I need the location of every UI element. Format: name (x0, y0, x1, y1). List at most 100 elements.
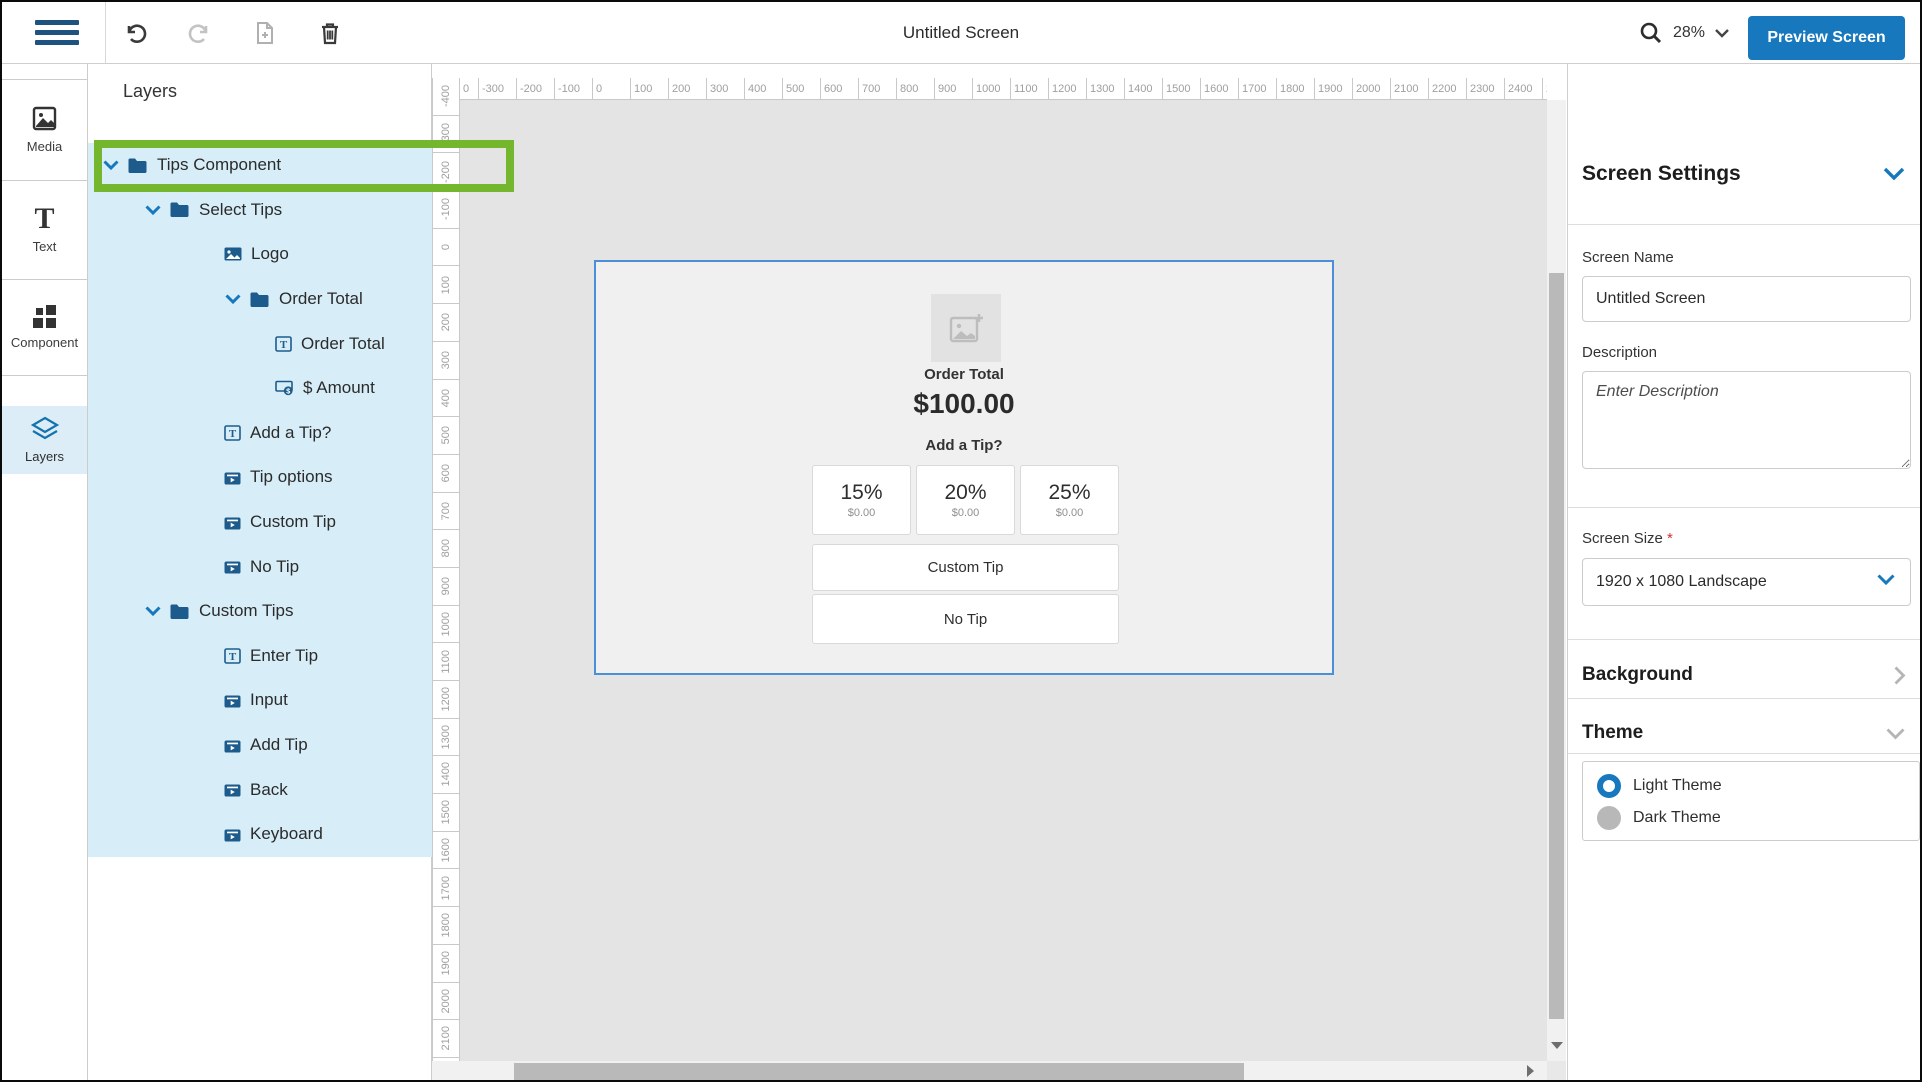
tip-options-row: 15% $0.00 20%$0.0025%$0.00 (812, 465, 1119, 535)
layer-row-enter-tip[interactable]: TEnter Tip (88, 634, 432, 679)
required-asterisk: * (1667, 530, 1673, 547)
toolbar-item-component[interactable]: Component (2, 279, 87, 375)
screen-name-input[interactable] (1582, 276, 1911, 322)
button-layer-icon (224, 559, 241, 574)
layer-row-input[interactable]: Input (88, 678, 432, 723)
vertical-scrollbar-thumb[interactable] (1549, 273, 1564, 1019)
settings-panel-title: Screen Settings (1582, 162, 1741, 186)
ruler-tick-label: 1600 (1201, 78, 1239, 99)
media-image-icon (31, 105, 58, 132)
ruler-tick-label: 2100 (1391, 78, 1429, 99)
search-zoom-icon (1638, 20, 1664, 46)
layer-row-keyboard[interactable]: Keyboard (88, 812, 432, 857)
tip-percent: 15% (840, 481, 882, 505)
canvas-vertical-scrollbar[interactable] (1547, 100, 1566, 1061)
canvas-horizontal-scrollbar[interactable] (432, 1061, 1565, 1082)
toolbar-item-media[interactable]: Media (2, 79, 87, 180)
ruler-tick-label: 600 (433, 455, 459, 493)
new-file-button[interactable] (243, 11, 287, 55)
layer-label: Keyboard (250, 824, 323, 844)
preview-screen-button[interactable]: Preview Screen (1748, 16, 1905, 60)
folder-icon (169, 603, 190, 620)
layer-row-order-total[interactable]: Order Total (88, 277, 432, 322)
layer-row-tips-component[interactable]: Tips Component (88, 143, 432, 188)
screen-title: Untitled Screen (2, 2, 1920, 63)
screen-size-label: Screen Size * (1582, 530, 1673, 547)
folder-icon (169, 201, 190, 218)
layer-row-select-tips[interactable]: Select Tips (88, 188, 432, 233)
tip-percent-button-15[interactable]: 15% $0.00 (812, 465, 911, 535)
toolbar-item-text[interactable]: T Text (2, 180, 87, 279)
description-label: Description (1582, 344, 1657, 361)
tip-amount: $0.00 (848, 507, 876, 519)
layer-row-add-a-tip-[interactable]: TAdd a Tip? (88, 411, 432, 456)
trash-icon (317, 20, 343, 46)
layer-row-order-total[interactable]: TOrder Total (88, 321, 432, 366)
ruler-tick-label: 300 (433, 342, 459, 380)
radio-unselected-icon[interactable] (1597, 806, 1621, 830)
scroll-down-arrow-icon[interactable] (1551, 1042, 1563, 1049)
light-theme-option[interactable]: Light Theme (1597, 770, 1919, 802)
layer-row-custom-tip[interactable]: Custom Tip (88, 500, 432, 545)
folder-icon (249, 291, 270, 308)
delete-button[interactable] (308, 11, 352, 55)
ruler-tick-label: 1700 (1239, 78, 1277, 99)
layer-row-add-tip[interactable]: Add Tip (88, 723, 432, 768)
left-toolbar: Media T Text Component Layers (2, 64, 88, 1080)
background-section-toggle[interactable]: Background (1568, 652, 1922, 698)
toolbar-item-label: Media (27, 139, 62, 154)
text-layer-icon: T (224, 648, 241, 664)
layer-label: Input (250, 690, 288, 710)
ruler-tick-label: 1500 (433, 794, 459, 832)
design-canvas[interactable]: Order Total $100.00 Add a Tip? 15%$0.002… (460, 100, 1547, 1061)
order-total-amount[interactable]: $100.00 (596, 388, 1332, 420)
layer-row-no-tip[interactable]: No Tip (88, 544, 432, 589)
zoom-control[interactable]: 28% (1638, 2, 1730, 63)
dark-theme-option[interactable]: Dark Theme (1597, 802, 1919, 834)
layer-row--amount[interactable]: $$ Amount (88, 366, 432, 411)
ruler-tick-label: 1300 (1087, 78, 1125, 99)
ruler-tick-label: -100 (555, 78, 593, 99)
radio-selected-icon[interactable] (1597, 774, 1621, 798)
undo-button[interactable] (113, 11, 157, 55)
theme-section-toggle[interactable]: Theme (1568, 710, 1922, 756)
ruler-tick-label: 2 (1543, 78, 1547, 99)
ruler-tick-label: 1900 (433, 945, 459, 983)
layer-row-custom-tips[interactable]: Custom Tips (88, 589, 432, 634)
horizontal-scrollbar-thumb[interactable] (514, 1063, 1244, 1080)
layers-panel-title: Layers (123, 81, 177, 102)
toolbar-divider (105, 2, 106, 63)
ruler-tick-label: 200 (433, 304, 459, 342)
layers-panel: Layers Tips ComponentSelect TipsLogoOrde… (88, 64, 432, 1080)
ruler-tick-label: 900 (433, 568, 459, 606)
tip-amount: $0.00 (1056, 507, 1084, 519)
tip-percent-button-20[interactable]: 20%$0.00 (916, 465, 1015, 535)
layer-row-back[interactable]: Back (88, 767, 432, 812)
layer-row-logo[interactable]: Logo (88, 232, 432, 277)
ruler-tick-label: 2400 (1505, 78, 1543, 99)
vertical-ruler: -400-300-200-100010020030040050060070080… (432, 78, 460, 1061)
hamburger-menu-button[interactable] (26, 2, 88, 63)
ruler-tick-label: 700 (433, 493, 459, 531)
screen-name-label: Screen Name (1582, 249, 1674, 266)
custom-tip-button[interactable]: Custom Tip (812, 544, 1119, 591)
order-total-label[interactable]: Order Total (596, 366, 1332, 383)
description-input[interactable] (1582, 371, 1911, 469)
screen-size-select[interactable]: 1920 x 1080 Landscape (1582, 558, 1911, 606)
scroll-right-arrow-icon[interactable] (1527, 1065, 1534, 1077)
add-a-tip-label[interactable]: Add a Tip? (596, 437, 1332, 454)
button-layer-icon (224, 470, 241, 485)
logo-image-placeholder[interactable] (931, 294, 1001, 362)
zoom-level-value: 28% (1673, 24, 1705, 42)
chevron-down-icon (102, 159, 120, 171)
layer-row-tip-options[interactable]: Tip options (88, 455, 432, 500)
tip-percent-button-25[interactable]: 25%$0.00 (1020, 465, 1119, 535)
ruler-tick-label: 1200 (433, 681, 459, 719)
no-tip-button[interactable]: No Tip (812, 594, 1119, 644)
screen-design-selection[interactable]: Order Total $100.00 Add a Tip? 15%$0.002… (594, 260, 1334, 675)
collapse-panel-chevron-icon[interactable] (1882, 166, 1906, 186)
redo-button[interactable] (178, 11, 222, 55)
toolbar-item-layers[interactable]: Layers (2, 406, 87, 474)
scrollbar-corner (1547, 1061, 1566, 1082)
button-layer-icon (224, 782, 241, 797)
